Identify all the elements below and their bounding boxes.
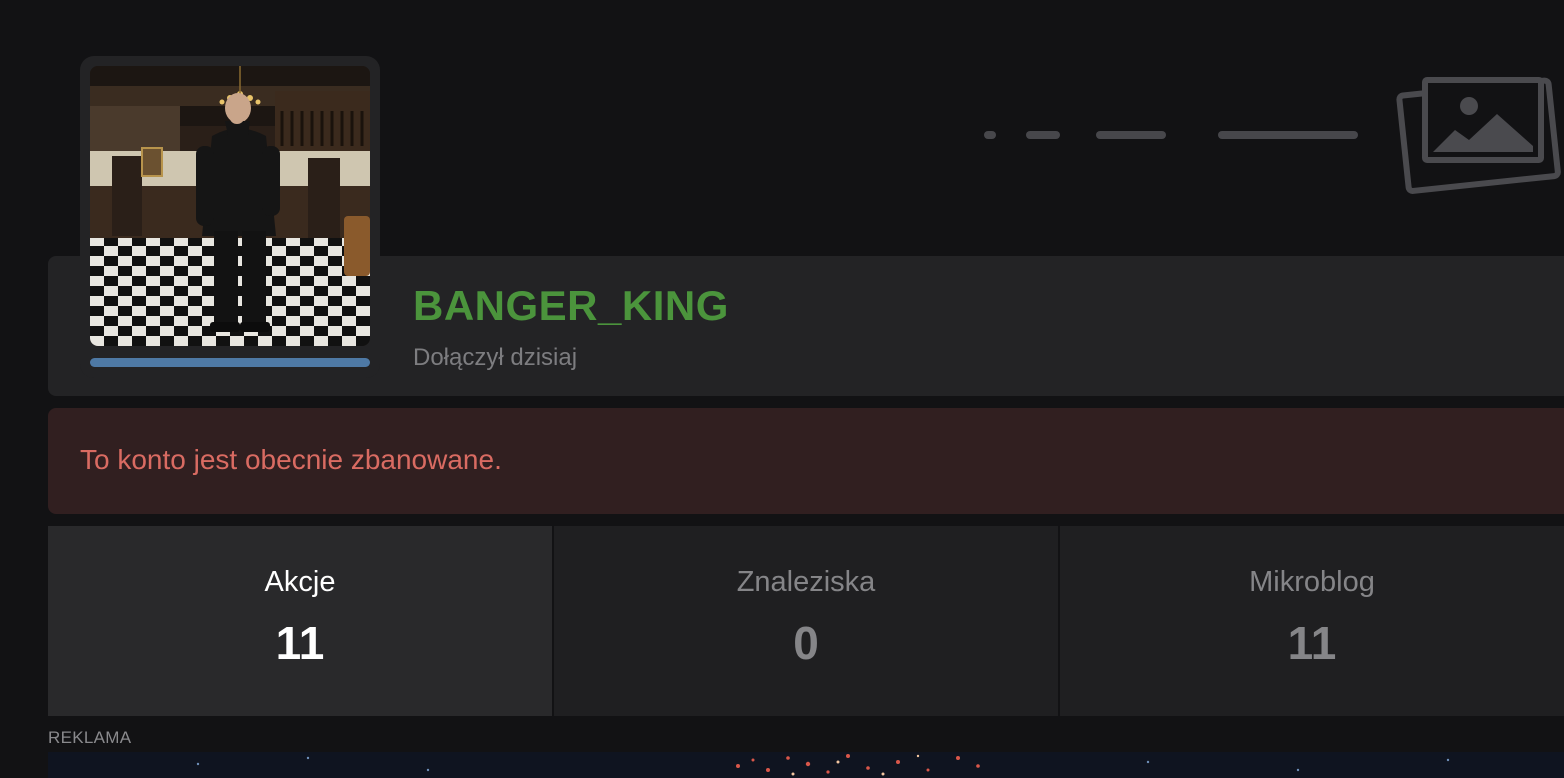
tab-count: 11 [1287,617,1337,669]
tab-label: Akcje [264,566,336,598]
placeholder-dash [1218,131,1358,139]
tab-count: 0 [793,617,819,669]
ad-label: REKLAMA [48,728,132,747]
placeholder-dash [1026,131,1060,139]
placeholder-dash [1096,131,1166,139]
placeholder-dash [984,131,996,139]
joined-date: Dołączył dzisiaj [413,344,578,371]
tab-label: Mikroblog [1249,566,1375,598]
image-placeholder-icon [1393,72,1564,196]
ban-notice: To konto jest obecnie zbanowane. [48,408,1564,514]
tab-count: 11 [275,617,325,669]
tab-znaleziska[interactable]: Znaleziska 0 [554,526,1058,716]
ad-banner[interactable] [48,752,1564,778]
tab-mikroblog[interactable]: Mikroblog 11 [1060,526,1564,716]
ban-notice-text: To konto jest obecnie zbanowane. [80,444,502,475]
avatar-rank-bar [90,358,370,367]
tab-akcje[interactable]: Akcje 11 [48,526,552,716]
profile-stats-tabs: Akcje 11 Znaleziska 0 Mikroblog 11 [48,526,1564,716]
avatar[interactable] [90,66,370,346]
tab-label: Znaleziska [736,566,876,598]
username: BANGER_KING [413,282,729,329]
